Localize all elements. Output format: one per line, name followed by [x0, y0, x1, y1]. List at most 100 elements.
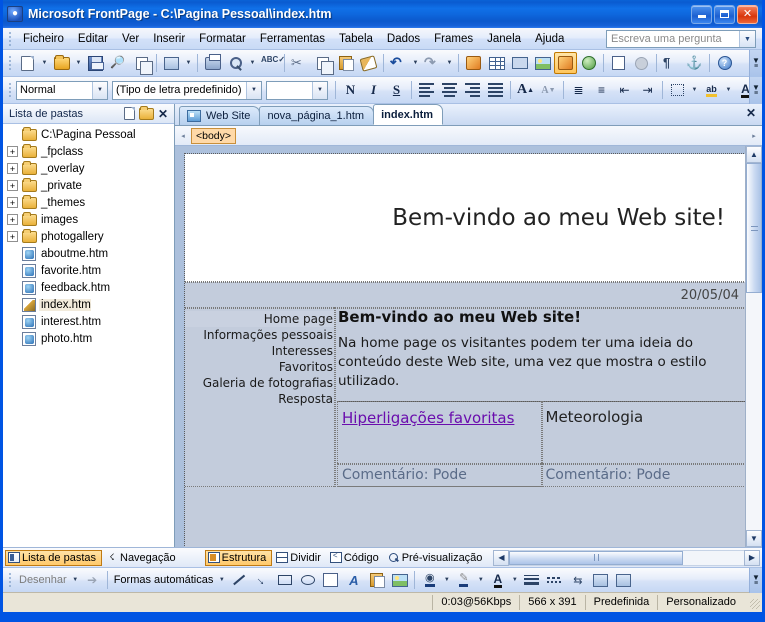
page-column-right[interactable]: Meteorologia	[540, 401, 745, 465]
undo-button[interactable]: ↶	[387, 52, 410, 74]
ask-a-question-input[interactable]: Escreva uma pergunta ▼	[606, 30, 756, 48]
menu-frames[interactable]: Frames	[427, 30, 480, 48]
tree-node-root[interactable]: C:\Pagina Pessoal	[3, 126, 174, 143]
shadow-style-button[interactable]	[589, 569, 612, 591]
tree-node-photo[interactable]: photo.htm	[3, 330, 174, 347]
expand-icon[interactable]: +	[7, 197, 18, 208]
scroll-down-button[interactable]: ▼	[746, 530, 762, 547]
view-tab-dividir[interactable]: Dividir	[274, 551, 326, 565]
nav-link-galeria-de-fotografias[interactable]: Galeria de fotografias	[185, 375, 335, 391]
new-page-icon[interactable]	[121, 106, 138, 122]
highlight-dropdown-icon[interactable]: ▼	[723, 79, 734, 101]
text-box-button[interactable]	[319, 569, 342, 591]
arrow-style-button[interactable]: ⇆	[566, 569, 589, 591]
scroll-right-button[interactable]: ▶	[744, 549, 760, 566]
minimize-button[interactable]	[691, 4, 712, 24]
save-button[interactable]	[84, 52, 107, 74]
drawing-toolbar-grip[interactable]	[6, 572, 13, 588]
new-folder-icon[interactable]	[138, 105, 155, 122]
tree-node-interest[interactable]: interest.htm	[3, 313, 174, 330]
menu-ficheiro[interactable]: Ficheiro	[16, 30, 71, 48]
fill-color-dropdown-icon[interactable]: ▼	[441, 569, 452, 591]
expand-icon[interactable]: +	[7, 180, 18, 191]
drawing-toolbar-options-icon[interactable]: ▼ ≡	[749, 568, 762, 593]
increase-font-size-button[interactable]: A ▲	[514, 79, 537, 101]
drawing-toolbar-toggle-button[interactable]	[554, 52, 577, 74]
publish-site-button[interactable]	[130, 52, 153, 75]
expand-icon[interactable]: +	[7, 146, 18, 157]
expand-icon[interactable]: +	[7, 163, 18, 174]
borders-button[interactable]	[666, 79, 689, 101]
copy-button[interactable]	[311, 52, 334, 75]
decrease-indent-button[interactable]: ⇤	[613, 79, 636, 101]
insert-table-button[interactable]	[485, 52, 508, 74]
maximize-button[interactable]	[714, 4, 735, 24]
bold-button[interactable]: N	[339, 79, 362, 101]
horizontal-scroll-thumb[interactable]	[509, 550, 683, 565]
oval-button[interactable]	[296, 569, 319, 591]
close-button[interactable]: ✕	[737, 4, 758, 24]
format-painter-button[interactable]	[357, 52, 380, 74]
3d-style-button[interactable]	[612, 569, 635, 591]
horizontal-scrollbar[interactable]: ◀ ▶	[493, 549, 760, 566]
expand-icon[interactable]: +	[7, 231, 18, 242]
tree-node-index[interactable]: index.htm	[3, 296, 174, 313]
tree-node-photogallery[interactable]: + photogallery	[3, 228, 174, 245]
tree-node-fpclass[interactable]: + _fpclass	[3, 143, 174, 160]
decrease-font-size-button[interactable]: A ▼	[537, 79, 560, 101]
close-icon[interactable]: ✕	[155, 108, 171, 120]
task-pane-button[interactable]	[160, 52, 183, 74]
resize-grip[interactable]	[746, 596, 762, 610]
view-tab-pre-visualizacao[interactable]: Pré-visualização	[386, 551, 488, 565]
redo-button[interactable]: ↷	[421, 52, 444, 74]
menu-editar[interactable]: Editar	[71, 30, 115, 48]
italic-button[interactable]: I	[362, 79, 385, 101]
chevron-down-icon[interactable]: ▼	[312, 81, 327, 99]
dash-style-button[interactable]	[543, 569, 566, 591]
nav-link-resposta[interactable]: Resposta	[185, 391, 335, 407]
increase-indent-button[interactable]: ⇥	[636, 79, 659, 101]
search-button[interactable]: 🔎	[107, 52, 130, 74]
highlight-color-button[interactable]: ab	[700, 79, 723, 101]
numbered-list-button[interactable]: ≣	[567, 79, 590, 101]
chevron-down-icon[interactable]: ▼	[92, 81, 107, 99]
link-hiperligacoes-favoritas[interactable]: Hiperligações favoritas	[342, 409, 514, 427]
print-button[interactable]	[201, 52, 224, 74]
line-style-button[interactable]	[520, 569, 543, 591]
show-formatting-marks-button[interactable]: ¶	[660, 52, 683, 74]
print-preview-button[interactable]	[224, 52, 247, 74]
vertical-scroll-thumb[interactable]	[746, 163, 762, 293]
select-objects-button[interactable]: ➔	[81, 569, 104, 591]
tree-node-favorite[interactable]: favorite.htm	[3, 262, 174, 279]
view-tab-folder-list[interactable]: Lista de pastas	[5, 549, 102, 566]
new-page-button[interactable]	[16, 52, 39, 74]
bookmark-anchor-button[interactable]: ⚓	[683, 52, 706, 74]
font-family-select[interactable]: (Tipo de letra predefinido) ▼	[112, 80, 262, 100]
menu-ver[interactable]: Ver	[115, 30, 146, 48]
cut-button[interactable]: ✂	[288, 52, 311, 74]
view-tab-navigation[interactable]: ☇ Navegação	[104, 551, 181, 565]
quick-tag-body[interactable]: <body>	[191, 127, 237, 144]
tree-node-themes[interactable]: + _themes	[3, 194, 174, 211]
scroll-left-button[interactable]: ◀	[493, 549, 510, 566]
nav-link-interesses[interactable]: Interesses	[185, 343, 335, 359]
tree-node-aboutme[interactable]: aboutme.htm	[3, 245, 174, 262]
comment-right[interactable]: Comentário: Pode	[540, 463, 745, 487]
borders-dropdown-icon[interactable]: ▼	[689, 79, 700, 101]
align-right-button[interactable]	[461, 79, 484, 101]
vertical-scrollbar[interactable]: ▲ ▼	[745, 146, 762, 547]
page-content-column[interactable]: Bem-vindo ao meu Web site! Na home page …	[334, 307, 745, 487]
nav-link-home-page[interactable]: Home page	[185, 311, 335, 327]
underline-button[interactable]: S	[385, 79, 408, 101]
layout-table-button[interactable]	[508, 52, 531, 74]
rectangle-button[interactable]	[273, 569, 296, 591]
page-date-bar[interactable]: 20/05/04	[185, 281, 745, 309]
tree-node-private[interactable]: + _private	[3, 177, 174, 194]
view-tab-codigo[interactable]: Código	[328, 551, 384, 565]
status-schema[interactable]: Predefinida	[584, 595, 658, 610]
fill-color-button[interactable]: ◉	[418, 569, 441, 591]
open-button[interactable]	[50, 52, 73, 74]
autoshapes-dropdown-icon[interactable]: ▼	[216, 569, 227, 591]
paste-button[interactable]	[334, 52, 357, 74]
page-navigation-column[interactable]: Home page Informações pessoais Interesse…	[185, 307, 336, 487]
